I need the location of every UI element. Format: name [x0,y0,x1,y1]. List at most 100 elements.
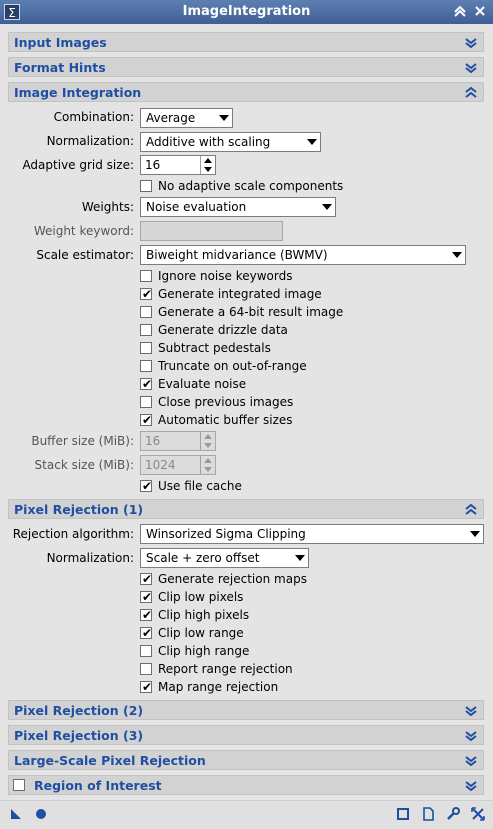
option-label: Truncate on out-of-range [158,359,307,373]
option-label: Map range rejection [158,680,279,694]
option-label: Ignore noise keywords [158,269,293,283]
chevron-down-icon[interactable] [467,525,483,543]
option-label: Generate rejection maps [158,572,307,586]
section-format-hints[interactable]: Format Hints [8,57,484,77]
stack-size-value: 1024 [145,458,176,472]
option-label: Generate integrated image [158,287,322,301]
checkmark-icon: ✔ [142,377,153,391]
weights-value: Noise evaluation [146,200,247,214]
checkmark-icon: ✔ [142,479,153,493]
chevron-down-icon[interactable] [449,246,465,264]
grid-size-spinner[interactable]: 16 [140,155,216,175]
spinner-buttons[interactable] [200,156,215,174]
option-label: Clip high range [158,644,250,658]
expand-icon[interactable] [465,729,477,741]
weights-label: Weights: [81,200,134,214]
grid-size-value: 16 [145,158,161,172]
option-label: Automatic buffer sizes [158,413,293,427]
scale-estimator-value: Biweight midvariance (BWMV) [146,248,328,262]
rejection-algorithm-value: Winsorized Sigma Clipping [146,527,306,541]
spinner-buttons[interactable] [200,456,215,474]
section-region-of-interest[interactable]: Region of Interest [8,775,484,795]
section-label: Pixel Rejection (2) [14,703,144,718]
checkmark-icon: ✔ [142,572,153,586]
section-label: Pixel Rejection (3) [14,728,144,743]
section-label: Image Integration [14,85,142,100]
close-icon[interactable] [472,4,488,20]
section-pixel-rejection-3[interactable]: Pixel Rejection (3) [8,725,484,745]
bottom-toolbar [0,800,493,829]
chevron-down-icon[interactable] [216,109,232,127]
option-label: Report range rejection [158,662,293,676]
combination-select[interactable]: Average [140,108,233,128]
rejection-algorithm-select[interactable]: Winsorized Sigma Clipping [140,524,484,544]
window-title: ImageIntegration [182,4,311,19]
expand-icon[interactable] [465,704,477,716]
wrench-icon[interactable] [445,807,461,823]
combination-value: Average [146,111,196,125]
chevron-down-icon[interactable] [292,549,308,567]
checkmark-icon: ✔ [142,413,153,427]
option-label: Clip low range [158,626,244,640]
checkmark-icon: ✔ [142,590,153,604]
section-pixel-rejection-1[interactable]: Pixel Rejection (1) [8,499,484,519]
shade-icon[interactable] [452,4,468,20]
buffer-size-value: 16 [145,434,161,448]
normalization-value: Additive with scaling [146,135,271,149]
rejection-algorithm-label: Rejection algorithm: [12,527,134,541]
option-label: Clip low pixels [158,590,244,604]
checkmark-icon: ✔ [142,626,153,640]
option-label: Generate drizzle data [158,323,288,337]
option-label: Close previous images [158,395,294,409]
document-icon[interactable] [420,807,436,823]
option-label: Subtract pedestals [158,341,271,355]
collapse-icon[interactable] [465,503,477,515]
section-label: Pixel Rejection (1) [14,502,144,517]
title-bar: Σ ImageIntegration [0,0,493,24]
chevron-down-icon[interactable] [319,198,335,216]
section-label: Large-Scale Pixel Rejection [14,753,206,768]
section-pixel-rejection-2[interactable]: Pixel Rejection (2) [8,700,484,720]
option-label: Clip high pixels [158,608,250,622]
stack-size-label: Stack size (MiB): [34,458,134,472]
weight-keyword-field[interactable] [140,221,283,241]
weights-select[interactable]: Noise evaluation [140,197,336,217]
expand-icon[interactable] [465,754,477,766]
rejection-normalization-select[interactable]: Scale + zero offset [140,548,309,568]
combination-label: Combination: [53,110,134,124]
weight-keyword-label: Weight keyword: [33,224,134,238]
roi-checkbox[interactable] [13,779,25,791]
option-label: Evaluate noise [158,377,247,391]
buffer-size-label: Buffer size (MiB): [31,434,134,448]
apply-global-icon[interactable] [33,807,49,823]
checkmark-icon: ✔ [142,287,153,301]
scale-estimator-label: Scale estimator: [36,248,134,262]
expand-icon[interactable] [465,779,477,791]
chevron-down-icon[interactable] [304,133,320,151]
option-label: Generate a 64-bit result image [158,305,344,319]
file-cache-label: Use file cache [158,479,242,493]
reset-icon[interactable] [470,807,486,823]
expand-icon[interactable] [465,61,477,73]
scale-estimator-select[interactable]: Biweight midvariance (BWMV) [140,245,466,265]
section-input-images[interactable]: Input Images [8,32,484,52]
section-label: Region of Interest [34,778,162,793]
rejection-normalization-label: Normalization: [46,551,134,565]
section-large-scale-rejection[interactable]: Large-Scale Pixel Rejection [8,750,484,770]
grid-size-label: Adaptive grid size: [22,158,134,172]
section-label: Input Images [14,35,107,50]
spinner-buttons[interactable] [200,432,215,450]
browse-documentation-icon[interactable] [395,807,411,823]
rejection-normalization-value: Scale + zero offset [146,551,260,565]
section-label: Format Hints [14,60,106,75]
buffer-size-spinner[interactable]: 16 [140,431,216,451]
checkmark-icon: ✔ [142,608,153,622]
normalization-label: Normalization: [46,134,134,148]
section-image-integration[interactable]: Image Integration [8,82,484,102]
normalization-select[interactable]: Additive with scaling [140,132,321,152]
collapse-icon[interactable] [465,86,477,98]
expand-icon[interactable] [465,36,477,48]
no-adaptive-label: No adaptive scale components [158,179,344,193]
new-instance-icon[interactable] [8,807,24,823]
stack-size-spinner[interactable]: 1024 [140,455,216,475]
